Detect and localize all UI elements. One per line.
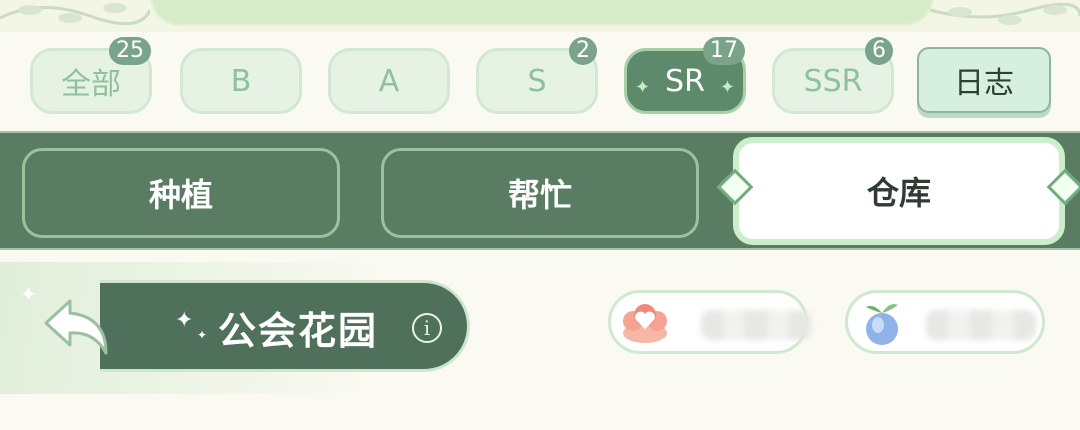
tab-planting[interactable]: 种植 <box>22 148 340 238</box>
currency-pill-hearts[interactable] <box>608 290 811 354</box>
count-badge: 6 <box>865 37 893 65</box>
filter-label: 全部 <box>61 67 121 102</box>
tab-strip: 种植 帮忙 仓库 <box>0 131 1080 250</box>
currency-pill-seeds[interactable] <box>845 290 1045 354</box>
tab-label: 种植 <box>148 176 213 214</box>
top-banner <box>0 0 1080 32</box>
hidden-value <box>926 310 1036 340</box>
filter-label: B <box>230 63 252 99</box>
filter-label: S <box>527 63 547 99</box>
filter-label: SR <box>665 63 705 99</box>
seed-bag-icon <box>866 304 898 345</box>
filter-ssr[interactable]: SSR 6 <box>772 37 894 114</box>
hidden-value <box>701 310 811 340</box>
count-badge: 2 <box>569 37 597 65</box>
filter-all[interactable]: 全部 25 <box>30 37 152 114</box>
filter-s[interactable]: S 2 <box>476 37 598 114</box>
vine-decoration-icon <box>0 3 150 26</box>
sparkle-icon: ✦ <box>197 328 208 342</box>
info-icon[interactable]: i <box>412 313 442 343</box>
filter-b[interactable]: B <box>180 48 302 114</box>
count-badge: 17 <box>703 37 745 65</box>
vine-decoration-icon <box>930 2 1080 25</box>
sparkle-icon: ✦ <box>175 308 194 333</box>
filter-sr[interactable]: ✦ ✦ SR 17 <box>624 37 746 114</box>
heart-flower-icon <box>623 304 667 343</box>
filter-a[interactable]: A <box>328 48 450 114</box>
tab-label: 帮忙 <box>507 176 572 214</box>
tab-warehouse[interactable]: 仓库 <box>733 137 1065 245</box>
tab-help[interactable]: 帮忙 <box>381 148 699 238</box>
sparkle-icon: ✦ <box>20 282 37 306</box>
log-button[interactable]: 日志 <box>917 47 1051 113</box>
count-badge: 25 <box>109 37 151 65</box>
sparkle-icon: ✦ <box>719 77 735 98</box>
filter-label: A <box>378 63 400 99</box>
filter-label: SSR <box>803 63 863 99</box>
log-label: 日志 <box>954 66 1014 101</box>
tab-label: 仓库 <box>866 174 931 212</box>
banner-bar <box>150 0 934 26</box>
back-arrow-icon[interactable] <box>40 295 116 359</box>
sparkle-icon: ✦ <box>635 77 651 98</box>
guild-name: 公会花园 <box>218 309 379 353</box>
